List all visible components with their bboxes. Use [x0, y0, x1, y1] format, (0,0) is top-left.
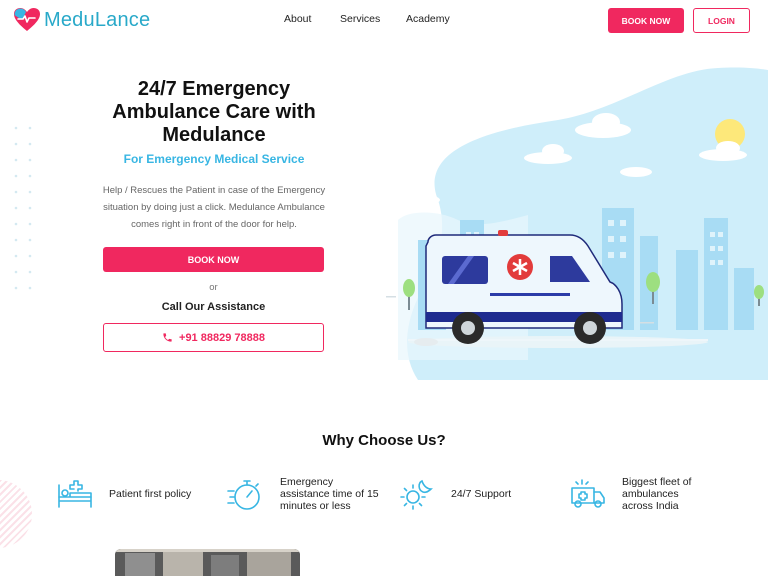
- feature-fleet: Biggest fleet of ambulances across India: [570, 472, 750, 516]
- feature-label: Biggest fleet of ambulances across India: [622, 476, 692, 512]
- phone-icon: [163, 333, 172, 342]
- hero-subtitle: For Emergency Medical Service: [123, 152, 305, 166]
- phone-number: +91 88829 78888: [179, 331, 265, 344]
- header: MeduLance About Services Academy BOOK NO…: [0, 0, 768, 42]
- phone-call-button[interactable]: +91 88829 78888: [103, 323, 324, 352]
- feature-label: 24/7 Support: [451, 488, 512, 500]
- interior-photo-graphic: [115, 549, 300, 576]
- feature-patient-first: Patient first policy: [56, 472, 216, 516]
- dot-grid-decoration: [14, 126, 32, 290]
- or-divider-text: or: [209, 282, 218, 293]
- ambulance-icon: [571, 479, 605, 508]
- why-choose-us-title: Why Choose Us?: [322, 432, 446, 449]
- login-button[interactable]: LOGIN: [693, 8, 750, 33]
- hero-description: Help / Rescues the Patient in case of th…: [102, 185, 326, 230]
- ambulance-interior-photo: [115, 549, 300, 576]
- call-assistance-label: Call Our Assistance: [161, 301, 266, 313]
- nav-services[interactable]: Services: [340, 13, 380, 25]
- ambulance-city-illustration: [386, 67, 768, 380]
- striped-circle-decoration: [0, 480, 32, 548]
- feature-response-time: Emergency assistance time of 15 minutes …: [226, 472, 386, 516]
- stopwatch-icon: [227, 480, 260, 510]
- hero-book-now-button[interactable]: BOOK NOW: [103, 247, 324, 272]
- feature-support: 24/7 Support: [400, 472, 560, 516]
- feature-label: Emergency assistance time of 15 minutes …: [280, 476, 379, 512]
- nav-academy[interactable]: Academy: [406, 13, 450, 25]
- hospital-bed-icon: [58, 480, 92, 508]
- feature-label: Patient first policy: [109, 488, 192, 500]
- header-book-now-button[interactable]: BOOK NOW: [608, 8, 684, 33]
- hero-title: 24/7 Emergency Ambulance Care with Medul…: [112, 78, 316, 146]
- day-night-icon: [400, 479, 433, 510]
- nav-about[interactable]: About: [284, 13, 311, 25]
